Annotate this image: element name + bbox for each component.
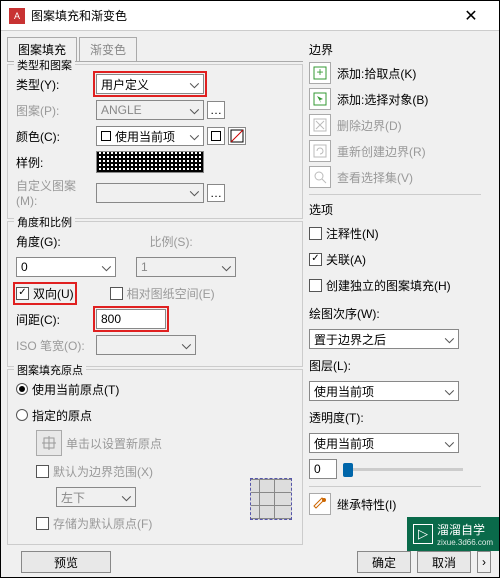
label-add-select: 添加:选择对象(B): [337, 91, 428, 108]
label-delete: 删除边界(D): [337, 117, 402, 134]
watermark-icon: ▷: [413, 524, 433, 544]
group-type-pattern: 类型和图案 类型(Y): 用户定义 图案(P): ANGLE … 颜色(C): …: [7, 64, 303, 219]
label-angle: 角度(G):: [16, 233, 149, 250]
label-scale: 比例(S):: [149, 233, 282, 250]
sample-swatch[interactable]: [96, 151, 204, 173]
color-swatch-button[interactable]: [207, 127, 225, 145]
select-custom: [96, 183, 204, 203]
recreate-boundary-button: [309, 140, 331, 162]
checkbox-double[interactable]: 双向(U): [16, 285, 74, 302]
color-none-button[interactable]: [228, 127, 246, 145]
tab-gradient[interactable]: 渐变色: [79, 37, 137, 61]
app-icon: A: [9, 8, 25, 24]
legend-type-pattern: 类型和图案: [14, 57, 75, 73]
close-button[interactable]: ✕: [451, 2, 491, 30]
checkbox-separate[interactable]: 创建独立的图案填充(H): [309, 277, 451, 294]
legend-boundary: 边界: [309, 41, 481, 58]
checkbox-annotative[interactable]: 注释性(N): [309, 225, 379, 242]
checkbox-paperspace: 相对图纸空间(E): [110, 285, 215, 302]
radio-current-origin[interactable]: 使用当前原点(T): [16, 381, 119, 398]
button-row: 预览 确定 取消 ›: [1, 551, 499, 573]
svg-text:+: +: [316, 66, 323, 79]
origin-preview-swatch: [250, 478, 292, 520]
label-color: 颜色(C):: [16, 128, 96, 145]
select-origin-pos: 左下: [56, 487, 136, 507]
checkbox-default-extent: 默认为边界范围(X): [36, 463, 153, 480]
input-transparency-num[interactable]: 0: [309, 459, 337, 479]
group-angle-scale: 角度和比例 角度(G): 比例(S): 0 1 双向(U) 相对图纸空间(E) …: [7, 221, 303, 367]
custom-browse-button: …: [207, 184, 225, 202]
slider-transparency[interactable]: [343, 468, 463, 471]
delete-boundary-button: [309, 114, 331, 136]
checkbox-store-origin: 存储为默认原点(F): [36, 515, 152, 532]
select-color[interactable]: 使用当前项: [96, 126, 204, 146]
pattern-browse-button[interactable]: …: [207, 101, 225, 119]
group-origin: 图案填充原点 使用当前原点(T) 指定的原点 单击以设置新原点 默认为边界范围(…: [7, 369, 303, 545]
select-scale: 1: [136, 257, 236, 277]
input-spacing[interactable]: 800: [96, 309, 166, 329]
window-title: 图案填充和渐变色: [31, 7, 451, 24]
label-type: 类型(Y):: [16, 76, 96, 93]
view-selection-button: [309, 166, 331, 188]
watermark: ▷ 溜溜自学zixue.3d66.com: [407, 517, 499, 551]
checkbox-associative[interactable]: 关联(A): [309, 251, 366, 268]
label-custom: 自定义图案(M):: [16, 177, 96, 208]
label-click-origin: 单击以设置新原点: [66, 435, 162, 452]
inherit-button[interactable]: [309, 493, 331, 515]
radio-specified-origin[interactable]: 指定的原点: [16, 407, 92, 424]
set-origin-button: [36, 430, 62, 456]
add-pick-button[interactable]: +: [309, 62, 331, 84]
expand-button[interactable]: ›: [477, 551, 491, 573]
add-select-button[interactable]: [309, 88, 331, 110]
label-inherit: 继承特性(I): [337, 496, 396, 513]
select-layer[interactable]: 使用当前项: [309, 381, 459, 401]
select-iso: [96, 335, 196, 355]
cancel-button[interactable]: 取消: [417, 551, 471, 573]
select-draworder[interactable]: 置于边界之后: [309, 329, 459, 349]
label-recreate: 重新创建边界(R): [337, 143, 426, 160]
label-iso: ISO 笔宽(O):: [16, 337, 96, 354]
label-sample: 样例:: [16, 154, 96, 171]
label-pattern: 图案(P):: [16, 102, 96, 119]
ok-button[interactable]: 确定: [357, 551, 411, 573]
label-view: 查看选择集(V): [337, 169, 413, 186]
label-draworder: 绘图次序(W):: [309, 305, 380, 322]
select-type[interactable]: 用户定义: [96, 74, 204, 94]
preview-button[interactable]: 预览: [21, 551, 111, 573]
label-layer: 图层(L):: [309, 357, 351, 374]
select-transparency[interactable]: 使用当前项: [309, 433, 459, 453]
select-pattern: ANGLE: [96, 100, 204, 120]
legend-origin: 图案填充原点: [14, 362, 86, 378]
label-transparency: 透明度(T):: [309, 409, 364, 426]
legend-options: 选项: [309, 201, 481, 218]
label-add-pick: 添加:拾取点(K): [337, 65, 416, 82]
titlebar: A 图案填充和渐变色 ✕: [1, 1, 499, 31]
dialog-window: A 图案填充和渐变色 ✕ 图案填充 渐变色 类型和图案 类型(Y): 用户定义 …: [0, 0, 500, 578]
select-angle[interactable]: 0: [16, 257, 116, 277]
label-spacing: 间距(C):: [16, 311, 96, 328]
legend-angle-scale: 角度和比例: [14, 214, 75, 230]
